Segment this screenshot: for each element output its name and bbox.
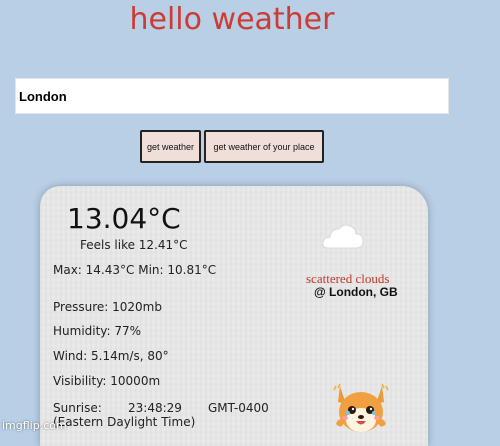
sunrise-label: Sunrise: (53, 401, 102, 415)
humidity: Humidity: 77% (53, 324, 142, 338)
location-label: @ London, GB (314, 285, 398, 299)
shiba-dog-icon (333, 383, 389, 432)
city-search-input[interactable] (15, 78, 449, 114)
timezone-name: (Eastern Daylight Time) (53, 415, 196, 429)
min-max-temperature: Max: 14.43°C Min: 10.81°C (53, 263, 217, 277)
sunrise-gmt-offset: GMT-0400 (208, 401, 269, 415)
sunrise-time: 23:48:29 (128, 401, 182, 415)
get-weather-button[interactable]: get weather (140, 130, 201, 163)
page-title: hello weather (129, 2, 335, 37)
temperature: 13.04°C (67, 202, 181, 235)
weather-card: 13.04°C Feels like 12.41°C Max: 14.43°C … (40, 186, 428, 446)
visibility: Visibility: 10000m (53, 374, 161, 388)
feels-like: Feels like 12.41°C (80, 238, 188, 252)
imgflip-watermark: imgflip.com (2, 419, 67, 432)
get-weather-of-your-place-button[interactable]: get weather of your place (204, 130, 324, 163)
cloud-icon (322, 224, 364, 249)
pressure: Pressure: 1020mb (53, 300, 162, 314)
wind: Wind: 5.14m/s, 80° (53, 349, 169, 363)
